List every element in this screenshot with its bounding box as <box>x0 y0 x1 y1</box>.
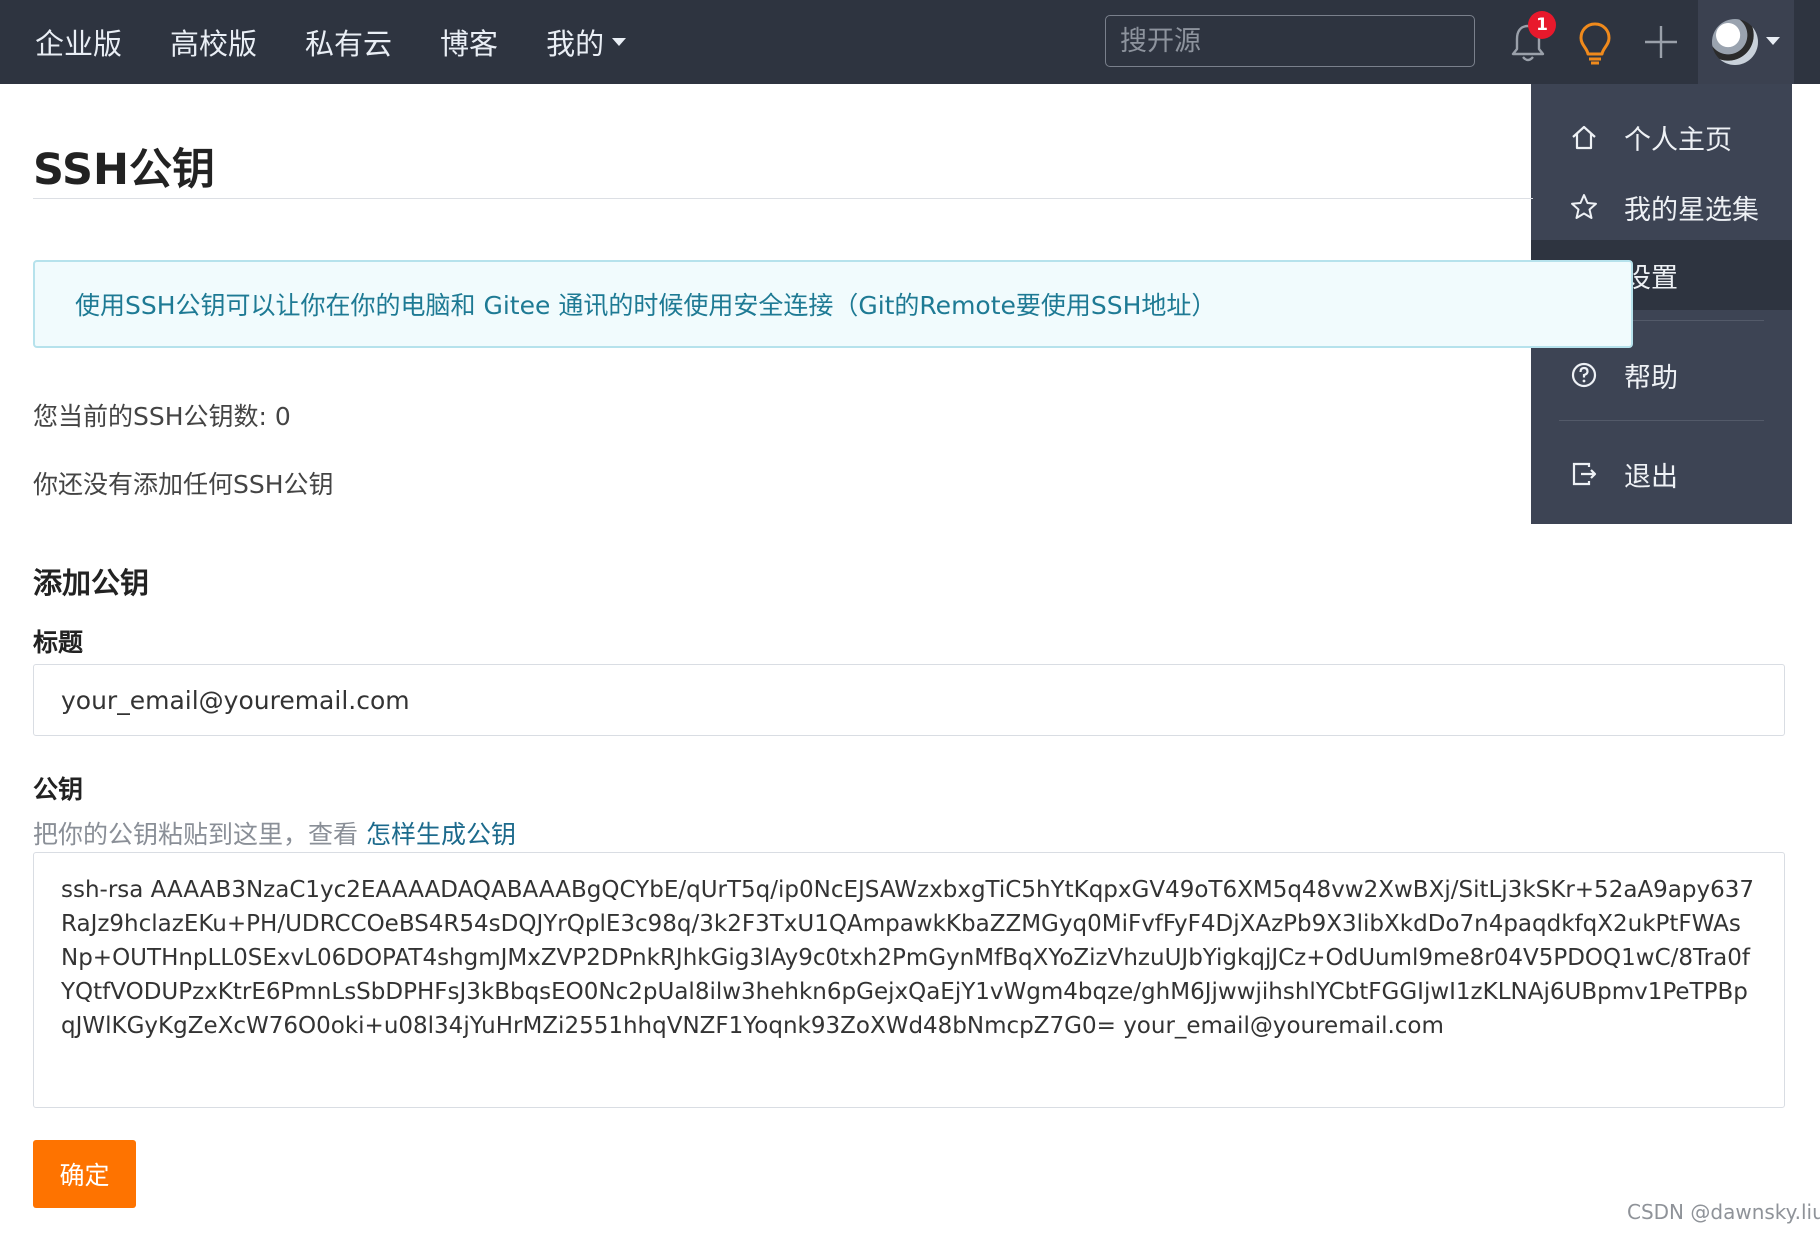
nav-link-enterprise[interactable]: 企业版 <box>35 21 122 63</box>
avatar <box>1712 19 1758 65</box>
info-alert-text: 使用SSH公钥可以让你在你的电脑和 Gitee 通讯的时候使用安全连接（Git的… <box>75 291 1217 320</box>
page-title: SSH公钥 <box>33 145 215 195</box>
dropdown-item-help[interactable]: 帮助 <box>1531 340 1792 410</box>
key-count-text: 您当前的SSH公钥数: 0 <box>33 402 291 431</box>
info-alert: 使用SSH公钥可以让你在你的电脑和 Gitee 通讯的时候使用安全连接（Git的… <box>33 260 1633 348</box>
nav-links: 企业版 高校版 私有云 博客 我的 <box>35 0 674 84</box>
title-divider <box>33 198 1533 199</box>
chevron-down-icon <box>612 38 627 46</box>
nav-link-university[interactable]: 高校版 <box>170 21 257 63</box>
nav-menu-mine-label: 我的 <box>546 27 605 61</box>
submit-button[interactable]: 确定 <box>33 1140 136 1208</box>
help-circle-icon <box>1571 362 1597 388</box>
user-menu-toggle[interactable] <box>1698 0 1794 84</box>
top-navbar: 企业版 高校版 私有云 博客 我的 1 <box>0 0 1820 84</box>
nav-link-private-cloud[interactable]: 私有云 <box>305 21 392 63</box>
title-field[interactable] <box>33 664 1785 736</box>
how-to-generate-key-link[interactable]: 怎样生成公钥 <box>366 820 516 849</box>
dropdown-item-stars[interactable]: 我的星选集 <box>1531 172 1792 242</box>
dropdown-item-profile[interactable]: 个人主页 <box>1531 102 1792 172</box>
dropdown-item-logout[interactable]: 退出 <box>1531 439 1792 509</box>
home-icon <box>1572 125 1596 150</box>
search-input[interactable] <box>1105 15 1475 67</box>
nav-link-blog[interactable]: 博客 <box>440 21 498 63</box>
key-field-hint-text: 把你的公钥粘贴到这里，查看 <box>33 820 366 849</box>
dropdown-item-label: 退出 <box>1624 461 1678 493</box>
nav-menu-mine[interactable]: 我的 <box>546 21 627 63</box>
no-keys-text: 你还没有添加任何SSH公钥 <box>33 470 334 499</box>
key-field-hint: 把你的公钥粘贴到这里，查看 怎样生成公钥 <box>33 815 516 851</box>
logout-icon <box>1572 462 1597 486</box>
dropdown-item-label: 我的星选集 <box>1624 194 1759 226</box>
notification-badge: 1 <box>1528 11 1556 39</box>
key-field-label: 公钥 <box>33 775 84 804</box>
title-field-label: 标题 <box>33 628 84 657</box>
public-key-field[interactable]: ssh-rsa AAAAB3NzaC1yc2EAAAADAQABAAABgQCY… <box>33 852 1785 1108</box>
chevron-down-icon <box>1766 37 1780 45</box>
lightbulb-icon[interactable] <box>1575 20 1615 66</box>
dropdown-divider <box>1559 420 1764 421</box>
star-icon <box>1571 194 1597 219</box>
watermark: CSDN @dawnsky.liu <box>1627 1200 1820 1224</box>
dropdown-item-label: 帮助 <box>1624 362 1678 394</box>
plus-icon[interactable] <box>1643 24 1679 60</box>
add-key-section-title: 添加公钥 <box>33 566 150 600</box>
dropdown-item-label: 个人主页 <box>1624 124 1732 156</box>
